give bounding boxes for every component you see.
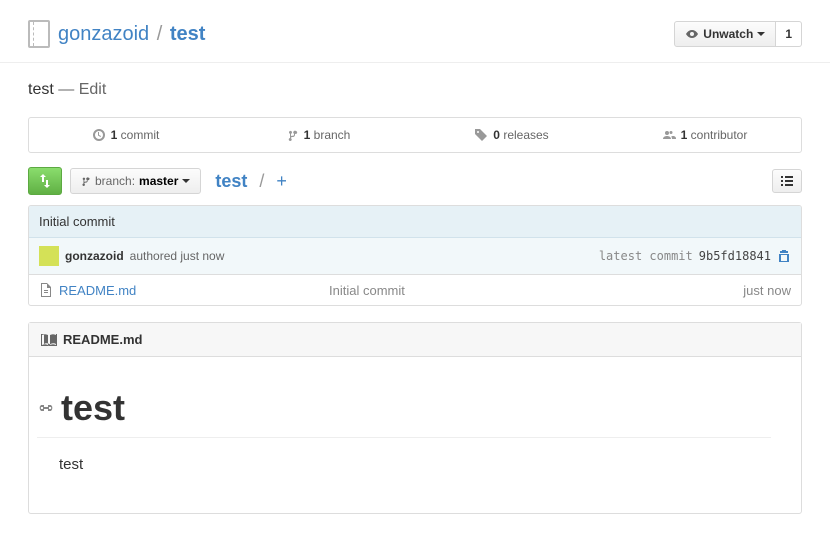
avatar [39,246,59,266]
caret-icon [182,179,190,183]
desc-name: test [28,81,54,98]
commit-authored: authored just now [130,249,225,263]
caret-icon [757,32,765,36]
contributors-stat[interactable]: 1 contributor [608,118,801,152]
file-time: just now [743,283,791,298]
branch-name: master [139,174,178,188]
repo-icon [28,20,50,48]
file-commit-message[interactable]: Initial commit [329,283,743,298]
eye-icon [685,28,699,40]
tag-icon [474,128,488,142]
branch-icon [81,174,91,188]
file-row: README.md Initial commit just now [29,275,801,305]
file-name-link[interactable]: README.md [59,283,329,298]
path-separator: / [157,23,163,45]
commit-message[interactable]: Initial commit [29,206,801,238]
unwatch-group: Unwatch 1 [674,21,802,47]
commits-stat[interactable]: 1 commit [29,118,222,152]
link-icon[interactable] [37,401,55,415]
commit-sha[interactable]: 9b5fd18841 [699,249,771,263]
desc-edit[interactable]: Edit [79,81,107,98]
unwatch-button[interactable]: Unwatch [674,21,776,47]
repo-description: test — Edit [28,81,802,99]
commit-author[interactable]: gonzazoid [65,249,124,263]
people-icon [662,128,676,142]
releases-stat[interactable]: 0 releases [415,118,608,152]
readme-paragraph: test [59,456,771,473]
readme-content: test test [29,357,801,513]
path-sep: / [259,171,264,192]
toolbar: branch: master test / + [28,167,802,195]
watch-count[interactable]: 1 [776,21,802,47]
commit-meta: gonzazoid authored just now latest commi… [29,238,801,275]
branch-select[interactable]: branch: master [70,168,201,194]
stats-bar: 1 commit 1 branch 0 releases 1 contribut… [28,117,802,153]
owner-link[interactable]: gonzazoid [58,23,149,45]
file-icon [39,282,53,298]
new-file-button[interactable]: + [276,171,287,192]
branch-icon [287,128,299,142]
repo-link[interactable]: test [170,23,206,45]
readme-box: README.md test test [28,322,802,514]
compare-button[interactable] [28,167,62,195]
readme-header: README.md [29,323,801,357]
readme-filename: README.md [63,332,142,347]
latest-commit-label: latest commit [599,249,693,263]
repo-title-group: gonzazoid / test [28,20,205,48]
header-actions: Unwatch 1 [674,21,802,47]
commit-box: Initial commit gonzazoid authored just n… [28,205,802,306]
list-icon [781,175,793,187]
book-icon [41,333,57,347]
path-root[interactable]: test [215,171,247,192]
list-button[interactable] [772,169,802,193]
desc-dash: — [58,81,74,98]
history-icon [92,128,106,142]
compare-icon [38,173,52,189]
branch-prefix: branch: [95,174,135,188]
repo-header: gonzazoid / test Unwatch 1 [0,0,830,63]
readme-heading: test [37,387,771,438]
unwatch-label: Unwatch [703,27,753,41]
branches-stat[interactable]: 1 branch [222,118,415,152]
clipboard-icon[interactable] [777,249,791,263]
breadcrumb: gonzazoid / test [58,23,205,46]
